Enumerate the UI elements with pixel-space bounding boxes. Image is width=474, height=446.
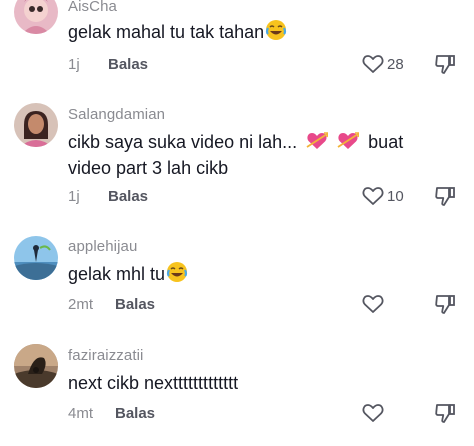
comment-username[interactable]: applehijau	[68, 238, 137, 255]
comment-username[interactable]: Salangdamian	[68, 106, 165, 123]
reply-button[interactable]: Balas	[115, 296, 155, 313]
comment-username[interactable]: faziraizzatii	[68, 347, 144, 364]
heart-with-arrow-emoji-icon	[306, 131, 329, 151]
laughing-tears-emoji-icon	[265, 19, 287, 41]
avatar[interactable]	[14, 103, 58, 147]
reply-button[interactable]: Balas	[115, 405, 155, 422]
reply-button[interactable]: Balas	[108, 188, 148, 205]
comment-text: gelak mahal tu tak tahan	[68, 19, 458, 45]
avatar[interactable]	[14, 344, 58, 388]
comment-text-line1: cikb saya suka video ni lah...	[68, 132, 298, 152]
heart-outline-icon	[362, 186, 384, 206]
like-count: 10	[387, 187, 404, 205]
comment-meta: 1j	[68, 188, 80, 205]
comment-text-line2: video part 3 lah cikb	[68, 158, 229, 178]
heart-with-arrow-emoji-icon	[337, 131, 360, 151]
comment-text: gelak mhl tu	[68, 261, 458, 287]
like-button[interactable]: 10	[362, 185, 404, 207]
heart-outline-icon	[362, 403, 384, 423]
like-button[interactable]: 28	[362, 53, 404, 75]
comment-username[interactable]: AisCha	[68, 0, 117, 15]
comment-text-after-emoji: buat	[368, 132, 404, 152]
comment-text: cikb saya suka video ni lah... buat vide…	[68, 129, 458, 181]
reply-button[interactable]: Balas	[108, 56, 148, 73]
comment-time: 1j	[68, 188, 80, 205]
comment-meta: 2mt	[68, 296, 93, 313]
avatar[interactable]	[14, 0, 58, 34]
comment-text-content: gelak mhl tu	[68, 264, 166, 284]
comment-meta: 4mt	[68, 405, 93, 422]
like-button[interactable]	[362, 293, 387, 315]
comment-text-content: gelak mahal tu tak tahan	[68, 22, 265, 42]
laughing-tears-emoji-icon	[166, 261, 188, 283]
comment-time: 2mt	[68, 296, 94, 313]
heart-outline-icon	[362, 54, 384, 74]
comment-meta: 1j	[68, 56, 80, 73]
avatar[interactable]	[14, 236, 58, 280]
dislike-icon[interactable]	[434, 185, 456, 207]
dislike-icon[interactable]	[434, 402, 456, 424]
like-button[interactable]	[362, 402, 387, 424]
dislike-icon[interactable]	[434, 53, 456, 75]
like-count: 28	[387, 55, 404, 73]
heart-outline-icon	[362, 294, 384, 314]
comment-text: next cikb nexttttttttttttt	[68, 370, 458, 396]
comment-text-content: next cikb nexttttttttttttt	[68, 373, 239, 393]
comment-time: 1j	[68, 56, 80, 73]
dislike-icon[interactable]	[434, 293, 456, 315]
comment-time: 4mt	[68, 405, 94, 422]
